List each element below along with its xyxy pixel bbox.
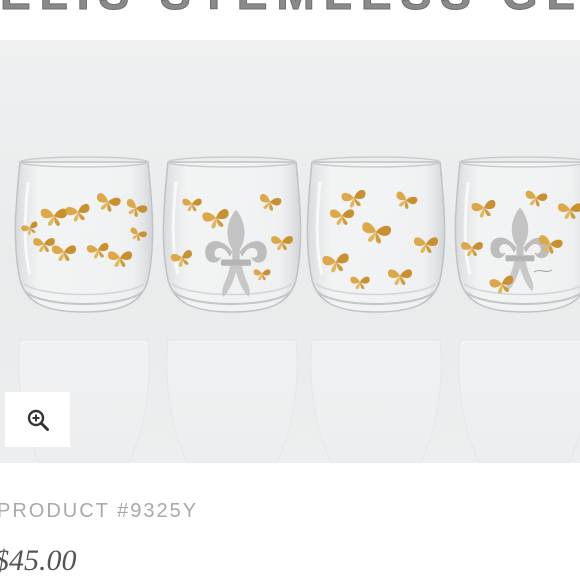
zoom-button[interactable] <box>5 392 70 447</box>
zoom-in-icon <box>27 409 49 431</box>
product-gallery <box>0 40 580 463</box>
product-image <box>13 155 580 463</box>
product-price: $45.00 <box>0 544 77 577</box>
product-number: PRODUCT #9325Y <box>0 500 199 522</box>
page-title: ELIS STEMLESS GLASSES <box>0 0 580 18</box>
